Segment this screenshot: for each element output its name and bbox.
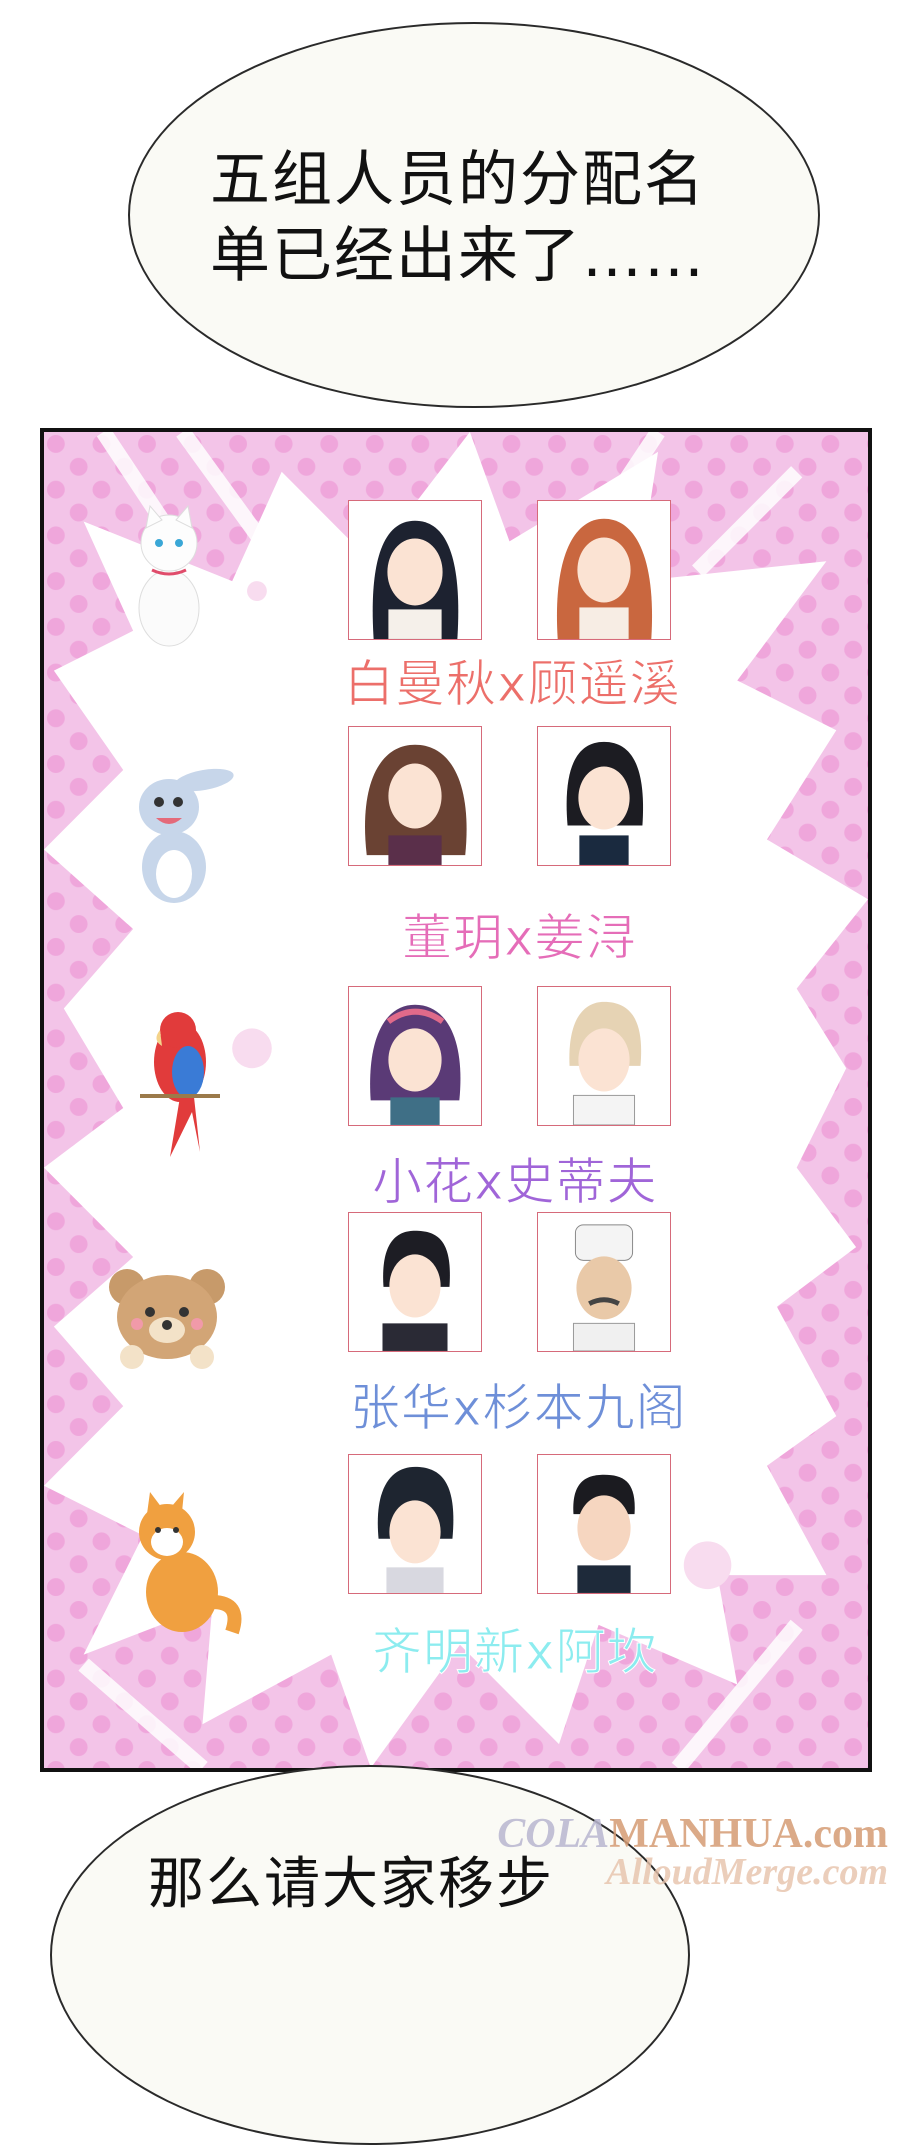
shiba-dog-icon xyxy=(139,1492,242,1635)
portrait-bai-manqiu xyxy=(348,500,482,640)
pair-label-1: 白曼秋x顾遥溪 xyxy=(344,655,681,714)
portrait-sugimoto xyxy=(537,1212,671,1352)
group-assignment-panel: 白曼秋x顾遥溪 董玥x姜浔 小花x史蒂夫 张华x杉本九阁 齐明新x阿坎 xyxy=(40,428,872,1772)
pair-label-4: 张华x杉本九阁 xyxy=(350,1379,687,1438)
rabbit-icon xyxy=(139,768,234,903)
portrait-steve xyxy=(537,986,671,1126)
bear-icon xyxy=(109,1269,225,1369)
pair-label-2: 董玥x姜浔 xyxy=(402,909,637,968)
watermark-line-2: AlloudMerge.com xyxy=(606,1851,888,1893)
speech-line-1: 五组人员的分配名 xyxy=(210,145,706,215)
portrait-dong-yue xyxy=(348,726,482,866)
cat-icon xyxy=(138,504,200,647)
parrot-icon xyxy=(140,1012,220,1157)
site-watermark: COLAMANHUA.com AlloudMerge.com xyxy=(497,1810,888,1894)
portrait-qi-mingxin xyxy=(348,1454,482,1594)
speech-line-2: 单已经出来了…… xyxy=(210,221,706,291)
portrait-zhang-hua xyxy=(348,1212,482,1352)
portrait-jiang-xun xyxy=(537,726,671,866)
speech-text-top: 五组人员的分配名 单已经出来了…… xyxy=(210,142,730,294)
portrait-gu-yaoxi xyxy=(537,500,671,640)
pair-label-5: 齐明新x阿坎 xyxy=(372,1623,658,1682)
speech-bubble-top: 五组人员的分配名 单已经出来了…… xyxy=(128,22,820,408)
speech-text-bottom: 那么请大家移步 xyxy=(148,1852,554,1917)
pair-label-3: 小花x史蒂夫 xyxy=(372,1153,658,1212)
portrait-xiao-hua xyxy=(348,986,482,1126)
portrait-a-kan xyxy=(537,1454,671,1594)
